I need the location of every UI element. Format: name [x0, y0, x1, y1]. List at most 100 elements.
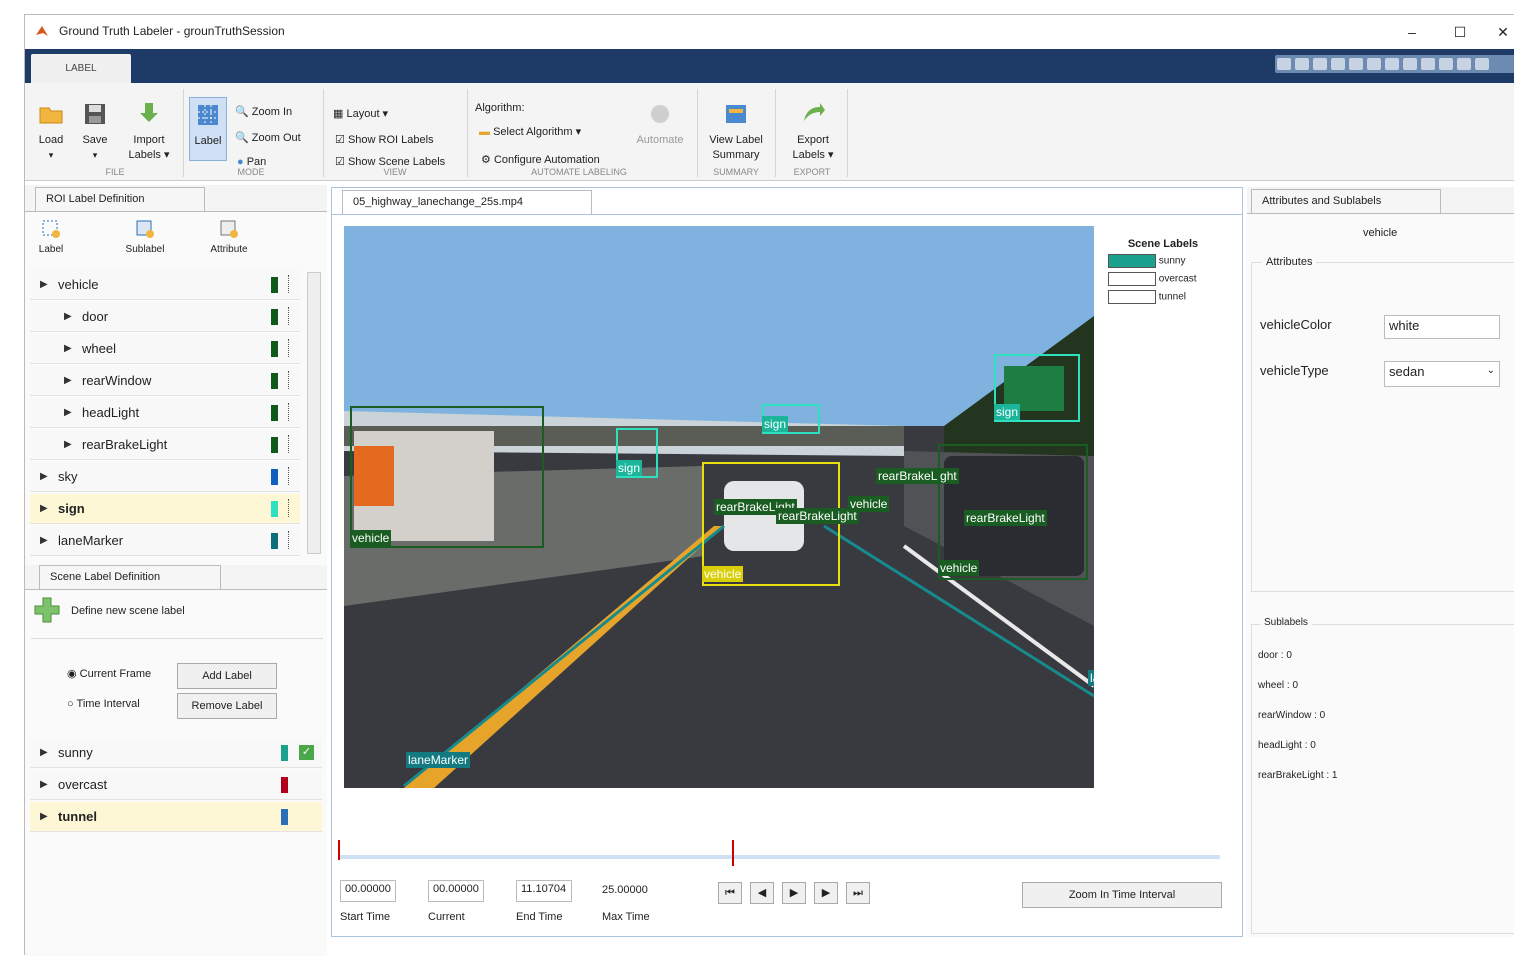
show-roi-checkbox[interactable]: ☑ Show ROI Labels — [335, 133, 434, 147]
drag-handle-icon[interactable] — [288, 499, 294, 517]
expand-arrow-icon[interactable]: ▶ — [64, 343, 72, 354]
expand-arrow-icon[interactable]: ▶ — [40, 503, 48, 514]
tab-attributes-sublabels[interactable]: Attributes and Sublabels — [1251, 189, 1441, 213]
tab-scene-label-definition[interactable]: Scene Label Definition — [39, 565, 221, 589]
video-frame[interactable]: vehicle sign sign sign vehicle rearBrake… — [344, 226, 1094, 788]
select-algorithm-dropdown[interactable]: ▬ Select Algorithm ▾ — [479, 125, 581, 139]
play-button[interactable]: ▶ — [782, 882, 806, 904]
roi-label-row[interactable]: ▶ laneMarker — [30, 526, 300, 556]
expand-arrow-icon[interactable]: ▶ — [40, 779, 48, 790]
drag-handle-icon[interactable] — [288, 435, 294, 453]
qat-icon[interactable] — [1313, 58, 1327, 70]
checkbox-checked-icon[interactable]: ✓ — [299, 745, 314, 760]
drag-handle-icon[interactable] — [288, 467, 294, 485]
qat-icon[interactable] — [1403, 58, 1417, 70]
qat-icon[interactable] — [1439, 58, 1453, 70]
scene-label-row[interactable]: ▶ tunnel — [30, 802, 322, 832]
roi-label-row[interactable]: ▶ rearBrakeLight — [30, 430, 300, 460]
first-frame-button[interactable]: ⏮ — [718, 882, 742, 904]
last-frame-button[interactable]: ⏭ — [846, 882, 870, 904]
roi-list-scrollbar[interactable] — [307, 272, 321, 554]
load-button[interactable]: Load ▾ — [31, 101, 71, 163]
remove-label-button[interactable]: Remove Label — [177, 693, 277, 719]
qat-icon[interactable] — [1457, 58, 1471, 70]
drag-handle-icon[interactable] — [288, 371, 294, 389]
color-swatch — [271, 373, 278, 389]
minimize-button[interactable]: – — [1397, 21, 1427, 43]
group-file: FILE — [105, 167, 125, 177]
qat-icon[interactable] — [1349, 58, 1363, 70]
vehicle-color-input[interactable]: white — [1384, 315, 1500, 339]
roi-label-row[interactable]: ▶ vehicle — [30, 270, 300, 300]
zoom-in-time-interval-button[interactable]: Zoom In Time Interval — [1022, 882, 1222, 908]
configure-automation-button[interactable]: ⚙ Configure Automation — [481, 153, 600, 167]
roi-panel-body: Label Sublabel Attribute ▶ vehicle ▶ door ▶ w… — [25, 211, 327, 565]
expand-arrow-icon[interactable]: ▶ — [64, 439, 72, 450]
label-mode-button[interactable]: Label — [189, 97, 227, 161]
annotation-box-vehicle[interactable] — [350, 406, 544, 548]
end-time-field[interactable]: 11.10704 — [516, 880, 572, 902]
drag-handle-icon[interactable] — [288, 403, 294, 421]
roi-label-row[interactable]: ▶ rearWindow — [30, 366, 300, 396]
close-button[interactable]: ✕ — [1491, 21, 1514, 43]
expand-arrow-icon[interactable]: ▶ — [64, 407, 72, 418]
view-label-summary-button[interactable]: View Label Summary — [701, 101, 771, 163]
qat-icon[interactable] — [1331, 58, 1345, 70]
qat-icon[interactable] — [1367, 58, 1381, 70]
qat-icon[interactable] — [1295, 58, 1309, 70]
scene-label-row[interactable]: ▶ sunny ✓ — [30, 738, 322, 768]
summary-icon — [726, 105, 746, 123]
current-time-field[interactable]: 00.00000 — [428, 880, 484, 902]
zoom-in-button[interactable]: 🔍 Zoom In — [235, 105, 292, 119]
drag-handle-icon[interactable] — [288, 275, 294, 293]
qat-icon[interactable] — [1385, 58, 1399, 70]
zoom-out-button[interactable]: 🔍 Zoom Out — [235, 131, 301, 145]
app-window: Ground Truth Labeler - grounTruthSession… — [24, 14, 1514, 956]
expand-arrow-icon[interactable]: ▶ — [40, 471, 48, 482]
tab-video-file[interactable]: 05_highway_lanechange_25s.mp4 — [342, 190, 592, 214]
roi-label-row[interactable]: ▶ sign — [30, 494, 300, 524]
expand-arrow-icon[interactable]: ▶ — [40, 535, 48, 546]
qat-icon[interactable] — [1421, 58, 1435, 70]
qat-icon[interactable] — [1475, 58, 1489, 70]
import-labels-button[interactable]: Import Labels ▾ — [121, 101, 177, 163]
roi-label-row[interactable]: ▶ headLight — [30, 398, 300, 428]
drag-handle-icon[interactable] — [288, 339, 294, 357]
scene-label-row[interactable]: ▶ overcast — [30, 770, 322, 800]
prev-frame-button[interactable]: ◀ — [750, 882, 774, 904]
separator — [183, 89, 184, 177]
save-button[interactable]: Save ▾ — [75, 101, 115, 163]
tab-roi-label-definition[interactable]: ROI Label Definition — [35, 187, 205, 211]
export-label-2: Labels ▾ — [792, 149, 834, 161]
automate-button[interactable]: Automate — [629, 101, 691, 148]
end-flag-icon[interactable] — [732, 840, 742, 866]
export-labels-button[interactable]: Export Labels ▾ — [781, 101, 845, 163]
drag-handle-icon[interactable] — [288, 531, 294, 549]
timeline-track[interactable] — [340, 855, 1220, 859]
qat-icon[interactable] — [1277, 58, 1291, 70]
add-sublabel-tool[interactable]: Sublabel — [117, 218, 173, 257]
current-frame-radio[interactable]: ◉ Current Frame — [67, 667, 151, 681]
roi-label-row[interactable]: ▶ sky — [30, 462, 300, 492]
add-attribute-tool[interactable]: Attribute — [201, 218, 257, 257]
roi-label-row[interactable]: ▶ door — [30, 302, 300, 332]
drag-handle-icon[interactable] — [288, 307, 294, 325]
maximize-button[interactable]: ☐ — [1445, 21, 1475, 43]
start-time-field[interactable]: 00.00000 — [340, 880, 396, 902]
add-label-tool[interactable]: Label — [31, 218, 71, 257]
start-flag-icon[interactable] — [338, 840, 348, 860]
vehicle-type-select[interactable]: sedan ⌄ — [1384, 361, 1500, 387]
expand-arrow-icon[interactable]: ▶ — [64, 311, 72, 322]
add-scene-label-button[interactable] — [33, 596, 63, 626]
layout-button[interactable]: ▦ Layout ▾ — [333, 107, 388, 121]
expand-arrow-icon[interactable]: ▶ — [40, 811, 48, 822]
max-time-label: Max Time — [602, 911, 650, 923]
expand-arrow-icon[interactable]: ▶ — [64, 375, 72, 386]
next-frame-button[interactable]: ▶ — [814, 882, 838, 904]
expand-arrow-icon[interactable]: ▶ — [40, 279, 48, 290]
time-interval-radio[interactable]: ○ Time Interval — [67, 697, 140, 711]
tab-label[interactable]: LABEL — [31, 54, 131, 83]
expand-arrow-icon[interactable]: ▶ — [40, 747, 48, 758]
roi-label-row[interactable]: ▶ wheel — [30, 334, 300, 364]
add-label-button[interactable]: Add Label — [177, 663, 277, 689]
